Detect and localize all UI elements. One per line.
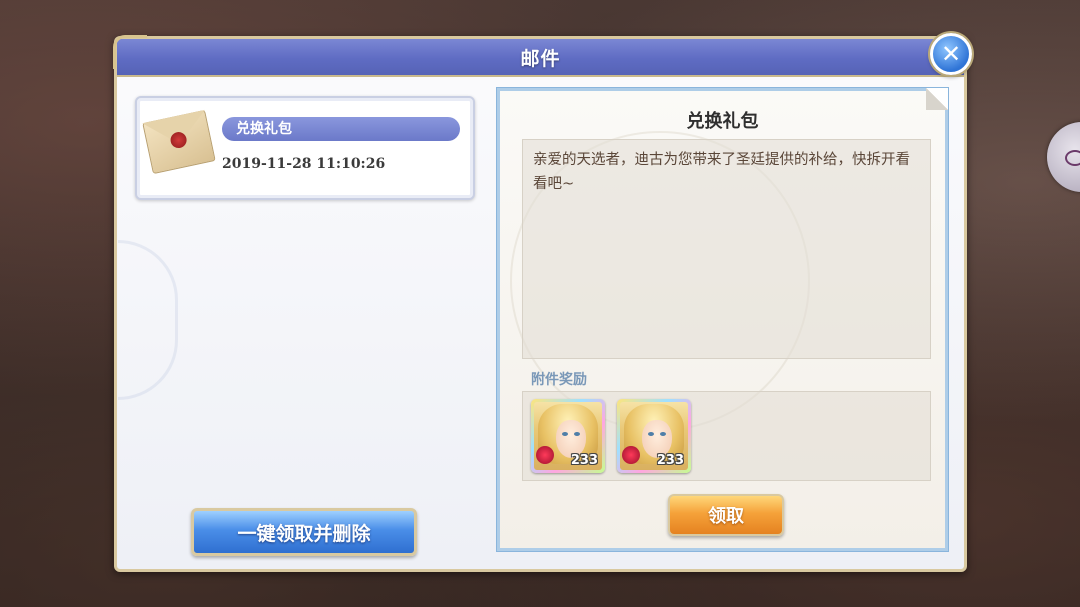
attachment-count: 233 [570,453,598,468]
claim-button[interactable]: 领取 [668,494,784,536]
title-bar: 邮件 [117,39,964,77]
corner-ornament-icon [113,35,147,69]
attachment-item[interactable]: 233 [531,399,605,473]
letter-body-text: 亲爱的天选者，迪古为您带来了圣廷提供的补给，快拆开看看吧~ [533,152,910,192]
letter-title: 兑换礼包 [686,111,759,132]
envelope-icon [142,109,216,175]
dialog-title: 邮件 [520,47,561,70]
close-button[interactable]: ✕ [930,33,972,75]
claim-all-delete-button[interactable]: 一键领取并删除 [191,508,417,556]
letter-panel: 兑换礼包 亲爱的天选者，迪古为您带来了圣廷提供的补给，快拆开看看吧~ 附件奖励 … [497,88,948,551]
close-icon: ✕ [940,40,962,68]
mail-item-date: 2019-11-28 11:10:26 [222,156,386,172]
letter-body: 亲爱的天选者，迪古为您带来了圣廷提供的补给，快拆开看看吧~ [522,139,931,359]
attachments-label: 附件奖励 [531,372,587,388]
attachment-count: 233 [656,453,684,468]
attachments-box: 233 233 [522,391,931,481]
rose-icon [536,446,554,464]
mail-list-item[interactable]: 兑换礼包 2019-11-28 11:10:26 [135,96,475,200]
rose-icon [622,446,640,464]
attachment-item[interactable]: 233 [617,399,691,473]
mail-item-title: 兑换礼包 [222,117,460,141]
